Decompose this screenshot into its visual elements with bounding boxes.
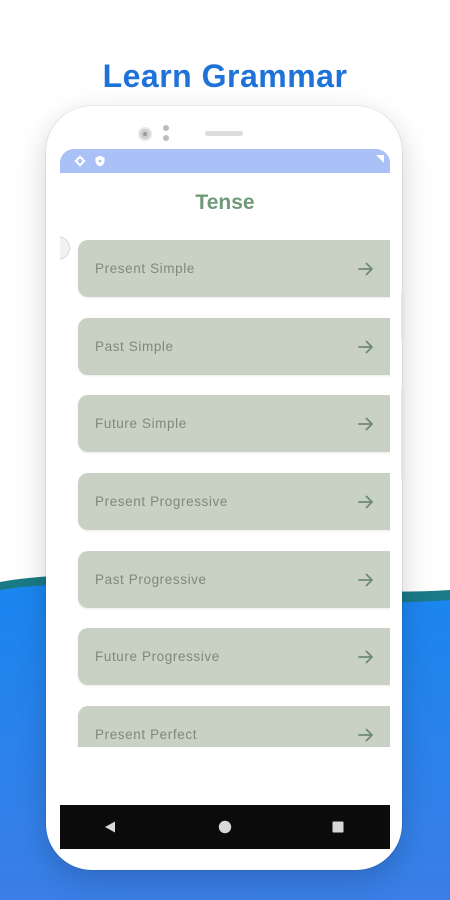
screen-title: Tense — [195, 191, 255, 214]
camera-icon — [138, 127, 152, 141]
gear-icon — [74, 155, 86, 167]
tense-item-past-simple[interactable]: Past Simple — [78, 318, 390, 375]
arrow-right-icon — [356, 414, 376, 434]
navigation-bar — [60, 805, 390, 849]
arrow-right-icon — [356, 259, 376, 279]
speaker-grille — [205, 131, 243, 136]
sensor-dots — [163, 125, 169, 143]
drawer-handle[interactable] — [60, 236, 70, 260]
status-bar — [60, 149, 390, 173]
tense-item-present-perfect[interactable]: Present Perfect — [78, 706, 390, 747]
tense-item-future-progressive[interactable]: Future Progressive — [78, 628, 390, 685]
tense-label: Future Simple — [95, 416, 187, 431]
tense-item-present-simple[interactable]: Present Simple — [78, 240, 390, 297]
arrow-right-icon — [356, 337, 376, 357]
tense-item-past-progressive[interactable]: Past Progressive — [78, 551, 390, 608]
back-triangle-icon[interactable] — [102, 819, 118, 835]
tense-label: Future Progressive — [95, 649, 220, 664]
home-circle-icon[interactable] — [217, 819, 233, 835]
shield-icon — [94, 155, 106, 167]
signal-icon — [374, 153, 386, 165]
tense-label: Past Progressive — [95, 572, 207, 587]
tense-list: Tense Present Simple Past Simple Future … — [60, 149, 390, 747]
arrow-right-icon — [356, 570, 376, 590]
tense-item-present-progressive[interactable]: Present Progressive — [78, 473, 390, 530]
tense-item-future-simple[interactable]: Future Simple — [78, 395, 390, 452]
tense-label: Present Simple — [95, 261, 195, 276]
side-button-top — [401, 292, 405, 340]
app-screen: Tense Present Simple Past Simple Future … — [60, 149, 390, 849]
headline-title: Learn Grammar — [102, 58, 348, 94]
arrow-right-icon — [356, 725, 376, 745]
recents-square-icon[interactable] — [330, 819, 346, 835]
arrow-right-icon — [356, 647, 376, 667]
tense-label: Present Progressive — [95, 494, 228, 509]
arrow-right-icon — [356, 492, 376, 512]
tense-label: Past Simple — [95, 339, 174, 354]
tense-label: Present Perfect — [95, 727, 198, 742]
side-button-bottom — [401, 388, 405, 480]
